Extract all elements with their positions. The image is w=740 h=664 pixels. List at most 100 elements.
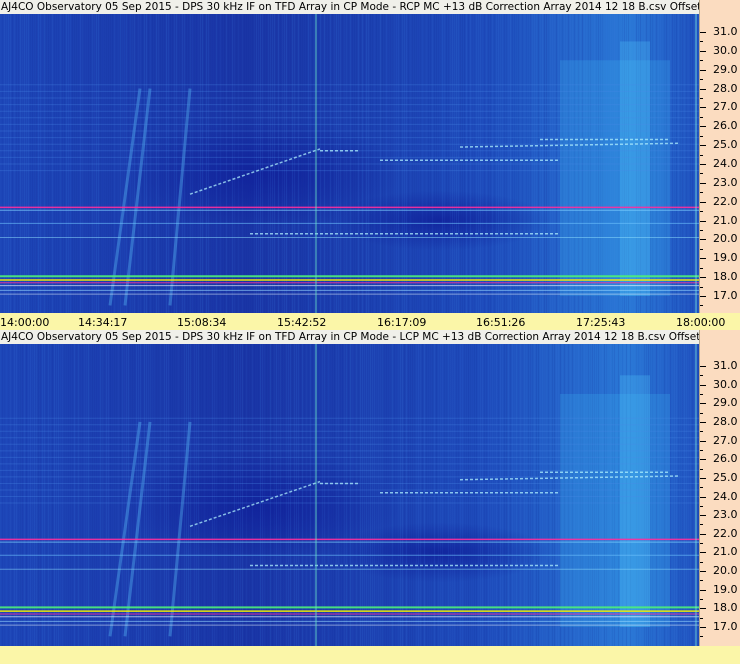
- noise-column: [324, 344, 325, 646]
- noise-column: [42, 344, 43, 646]
- noise-column: [152, 344, 153, 646]
- frequency-tick: [700, 366, 706, 367]
- noise-column: [556, 344, 557, 646]
- noise-column: [382, 344, 383, 646]
- noise-column: [512, 344, 513, 646]
- noise-column: [376, 344, 377, 646]
- noise-column: [92, 344, 93, 646]
- frequency-tick-label: 21.0: [713, 545, 738, 558]
- noise-column: [392, 344, 393, 646]
- frequency-tick-label: 21.0: [713, 214, 738, 227]
- frequency-tick-label: 24.0: [713, 157, 738, 170]
- noise-column: [422, 344, 423, 646]
- noise-column: [540, 344, 541, 646]
- noise-column: [494, 344, 495, 646]
- noise-column: [98, 344, 99, 646]
- frequency-minor-tick: [700, 117, 703, 118]
- noise-column: [286, 344, 287, 646]
- noise-column: [350, 344, 351, 646]
- noise-column: [200, 344, 201, 646]
- noise-column: [380, 344, 381, 646]
- noise-column: [472, 344, 473, 646]
- lcp-title: AJ4CO Observatory 05 Sep 2015 - DPS 30 k…: [0, 330, 700, 344]
- noise-column: [462, 344, 463, 646]
- frequency-tick-label: 18.0: [713, 270, 738, 283]
- noise-column: [196, 344, 197, 646]
- frequency-minor-tick: [700, 268, 703, 269]
- noise-column: [532, 344, 533, 646]
- noise-column: [528, 344, 529, 646]
- noise-column: [252, 344, 253, 646]
- lcp-panel: AJ4CO Observatory 05 Sep 2015 - DPS 30 k…: [0, 330, 740, 646]
- noise-column: [388, 344, 389, 646]
- frequency-tick-label: 29.0: [713, 396, 738, 409]
- noise-column: [340, 344, 341, 646]
- noise-column: [446, 344, 447, 646]
- noise-column: [210, 344, 211, 646]
- noise-column: [692, 344, 693, 646]
- noise-column: [240, 344, 241, 646]
- noise-column: [374, 344, 375, 646]
- noise-column: [108, 344, 109, 646]
- frequency-tick-label: 17.0: [713, 289, 738, 302]
- noise-column: [326, 344, 327, 646]
- frequency-tick-label: 31.0: [713, 25, 738, 38]
- noise-column: [680, 344, 681, 646]
- noise-column: [178, 344, 179, 646]
- noise-column: [154, 344, 155, 646]
- noise-column: [38, 344, 39, 646]
- frequency-minor-tick: [700, 60, 703, 61]
- noise-column: [100, 344, 101, 646]
- noise-column: [480, 344, 481, 646]
- noise-column: [420, 344, 421, 646]
- noise-column: [436, 344, 437, 646]
- noise-column: [498, 344, 499, 646]
- noise-column: [226, 344, 227, 646]
- frequency-tick-label: 23.0: [713, 508, 738, 521]
- noise-column: [364, 344, 365, 646]
- noise-column: [536, 344, 537, 646]
- noise-column: [490, 344, 491, 646]
- rcp-spectrogram: [0, 14, 699, 313]
- noise-column: [264, 344, 265, 646]
- noise-column: [476, 344, 477, 646]
- noise-column: [144, 344, 145, 646]
- frequency-tick-label: 28.0: [713, 82, 738, 95]
- noise-column: [194, 344, 195, 646]
- noise-column: [366, 344, 367, 646]
- frequency-minor-tick: [700, 413, 703, 414]
- frequency-tick-label: 23.0: [713, 176, 738, 189]
- frequency-tick: [700, 627, 706, 628]
- noise-column: [26, 344, 27, 646]
- lcp-spectrogram: [0, 344, 699, 646]
- frequency-tick: [700, 385, 706, 386]
- noise-column: [538, 344, 539, 646]
- frequency-tick-label: 24.0: [713, 490, 738, 503]
- noise-column: [292, 344, 293, 646]
- frequency-tick: [700, 296, 706, 297]
- noise-column: [190, 344, 191, 646]
- frequency-tick-label: 30.0: [713, 44, 738, 57]
- frequency-tick-label: 20.0: [713, 564, 738, 577]
- frequency-minor-tick: [700, 469, 703, 470]
- noise-column: [402, 344, 403, 646]
- frequency-tick-label: 19.0: [713, 583, 738, 596]
- frequency-minor-tick: [700, 636, 703, 637]
- frequency-minor-tick: [700, 431, 703, 432]
- noise-column: [72, 344, 73, 646]
- noise-column: [416, 344, 417, 646]
- lcp-frequency-axis: 31.0 30.0 29.0 28.0 27.0 26.0 25.0 24.0 23.0 22.0…: [699, 330, 740, 646]
- frequency-tick-label: 17.0: [713, 620, 738, 633]
- time-tick-label: 15:42:52: [277, 316, 327, 329]
- noise-column: [434, 344, 435, 646]
- frequency-tick: [700, 145, 706, 146]
- noise-column: [484, 344, 485, 646]
- noise-column: [542, 344, 543, 646]
- noise-column: [470, 344, 471, 646]
- frequency-minor-tick: [700, 487, 703, 488]
- noise-column: [120, 344, 121, 646]
- noise-column: [206, 344, 207, 646]
- time-axis: 14:00:00 14:34:17 15:08:34 15:42:52 16:17:09…: [0, 313, 740, 330]
- noise-column: [342, 344, 343, 646]
- noise-column: [234, 344, 235, 646]
